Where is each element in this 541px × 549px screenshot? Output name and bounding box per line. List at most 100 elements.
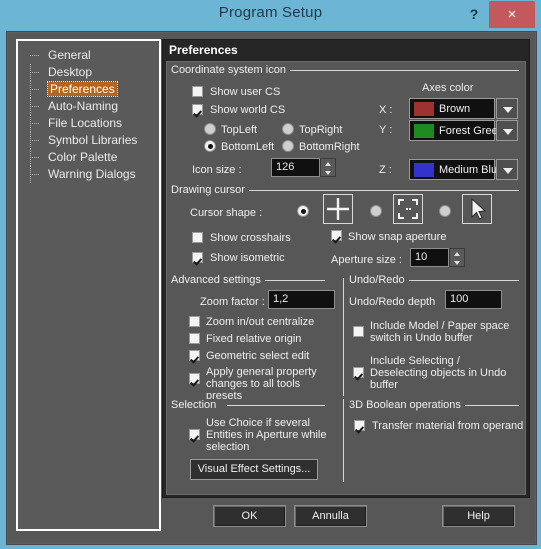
group-rule — [264, 280, 325, 281]
window-title: Program Setup — [218, 4, 323, 21]
crosshair-glyph — [327, 198, 349, 220]
label-geometric-select-edit: Geometric select edit — [206, 350, 310, 362]
checkbox-show-snap-aperture[interactable] — [331, 230, 342, 241]
checkbox-show-world-cs[interactable] — [192, 104, 203, 115]
aperture-size-input[interactable]: 10 — [410, 248, 449, 267]
label-axis-z: Z : — [379, 164, 392, 176]
axis-y-chevron-down-icon[interactable] — [496, 120, 518, 141]
program-setup-window: Program Setup ? × General Desktop Prefer… — [0, 0, 541, 549]
tree-dash-icon — [30, 72, 39, 74]
checkbox-show-user-cs[interactable] — [192, 86, 203, 97]
sidebar-item-desktop[interactable]: Desktop — [18, 64, 159, 81]
label-axis-y: Y : — [379, 124, 393, 136]
undo-depth-input[interactable]: 100 — [445, 290, 502, 309]
sidebar-item-label: General — [48, 48, 91, 62]
radio-topleft[interactable] — [204, 123, 216, 135]
page-title: Preferences — [163, 40, 529, 60]
group-rule — [407, 280, 519, 281]
dialog-body: General Desktop Preferences Auto-Naming — [6, 31, 537, 545]
axis-x-color-value: Brown — [439, 103, 471, 115]
label-show-world-cs: Show world CS — [210, 104, 286, 116]
checkbox-apply-general-property[interactable] — [189, 373, 200, 384]
axis-y-color-combo[interactable]: Forest Green — [409, 120, 504, 141]
sidebar-item-label: Color Palette — [48, 150, 118, 164]
aperture-size-stepper[interactable] — [449, 248, 465, 267]
sidebar-item-label: Preferences — [47, 81, 118, 97]
crosshair-icon[interactable] — [323, 194, 353, 224]
checkbox-geometric-select-edit[interactable] — [189, 350, 200, 361]
tree-dash-icon — [30, 55, 39, 57]
group-title-drawing-cursor: Drawing cursor — [171, 184, 249, 196]
icon-size-stepper[interactable] — [320, 158, 336, 177]
axis-x-chevron-down-icon[interactable] — [496, 98, 518, 119]
checkbox-show-isometric[interactable] — [192, 252, 203, 263]
zoom-factor-input[interactable]: 1,2 — [268, 290, 335, 309]
axis-z-chevron-down-icon[interactable] — [496, 159, 518, 180]
label-icon-size: Icon size : — [192, 164, 242, 176]
arrow-pointer-icon[interactable] — [462, 194, 492, 224]
group-title-boolean: 3D Boolean operations — [349, 399, 465, 411]
checkbox-fixed-relative-origin[interactable] — [189, 333, 200, 344]
checkbox-use-choice[interactable] — [189, 429, 200, 440]
label-include-selecting: Include Selecting / Deselecting objects … — [370, 355, 507, 391]
checkbox-include-selecting[interactable] — [353, 367, 364, 378]
help-button[interactable]: Help — [442, 505, 515, 527]
checkbox-include-model-paper-switch[interactable] — [353, 326, 364, 337]
label-bottomleft: BottomLeft — [221, 141, 275, 153]
section-divider — [343, 399, 344, 482]
axis-z-color-combo[interactable]: Medium Blue — [409, 159, 503, 180]
checkbox-zoom-centralize[interactable] — [189, 316, 200, 327]
label-show-isometric: Show isometric — [210, 252, 285, 264]
help-question-icon[interactable]: ? — [466, 4, 482, 24]
group-title-selection: Selection — [171, 399, 221, 411]
radio-cursor-snap-aperture[interactable] — [370, 205, 382, 217]
label-undo-depth: Undo/Redo depth — [349, 296, 436, 308]
close-icon[interactable]: × — [489, 1, 535, 28]
arrow-pointer-glyph — [471, 197, 487, 220]
group-title-advanced: Advanced settings — [171, 274, 265, 286]
axis-y-color-value: Forest Green — [439, 125, 504, 137]
cancel-button[interactable]: Annulla — [294, 505, 367, 527]
color-swatch-z — [414, 163, 434, 177]
radio-cursor-arrow[interactable] — [439, 205, 451, 217]
sidebar-item-label: Symbol Libraries — [48, 133, 138, 147]
label-axis-x: X : — [379, 104, 393, 116]
tree-dash-icon — [30, 106, 39, 108]
sidebar-item-general[interactable]: General — [18, 47, 159, 64]
axis-z-color-value: Medium Blue — [439, 164, 504, 176]
sidebar-item-warning-dialogs[interactable]: Warning Dialogs — [18, 166, 159, 183]
label-bottomright: BottomRight — [299, 141, 360, 153]
sidebar-item-color-palette[interactable]: Color Palette — [18, 149, 159, 166]
section-divider — [343, 278, 344, 396]
stepper-down-icon[interactable] — [450, 258, 464, 267]
label-zoom-centralize: Zoom in/out centralize — [206, 316, 315, 328]
radio-bottomright[interactable] — [282, 140, 294, 152]
sidebar-item-symbol-libraries[interactable]: Symbol Libraries — [18, 132, 159, 149]
radio-cursor-crosshair[interactable] — [297, 205, 309, 217]
label-topleft: TopLeft — [221, 124, 258, 136]
icon-size-input[interactable]: 126 — [271, 158, 320, 177]
checkbox-show-crosshairs[interactable] — [192, 232, 203, 243]
stepper-down-icon[interactable] — [321, 168, 335, 177]
visual-effect-settings-button[interactable]: Visual Effect Settings... — [190, 459, 318, 480]
stepper-up-icon[interactable] — [321, 159, 335, 168]
radio-bottomleft[interactable] — [204, 140, 216, 152]
group-title-undo-redo: Undo/Redo — [349, 274, 409, 286]
axis-x-color-combo[interactable]: Brown — [409, 98, 495, 119]
sidebar-item-file-locations[interactable]: File Locations — [18, 115, 159, 132]
settings-tree: General Desktop Preferences Auto-Naming — [16, 39, 161, 531]
tree-dash-icon — [30, 140, 39, 142]
sidebar-item-auto-naming[interactable]: Auto-Naming — [18, 98, 159, 115]
snap-aperture-glyph — [398, 199, 418, 219]
label-show-crosshairs: Show crosshairs — [210, 232, 291, 244]
sidebar-item-preferences[interactable]: Preferences — [18, 81, 159, 98]
tree-dash-icon — [30, 174, 39, 176]
radio-topright[interactable] — [282, 123, 294, 135]
checkbox-transfer-material[interactable] — [354, 420, 365, 431]
color-swatch-x — [414, 102, 434, 116]
group-rule — [227, 405, 325, 406]
snap-aperture-icon[interactable] — [393, 194, 423, 224]
stepper-up-icon[interactable] — [450, 249, 464, 258]
preferences-pane: Preferences Coordinate system icon Show … — [162, 39, 530, 498]
ok-button[interactable]: OK — [213, 505, 286, 527]
